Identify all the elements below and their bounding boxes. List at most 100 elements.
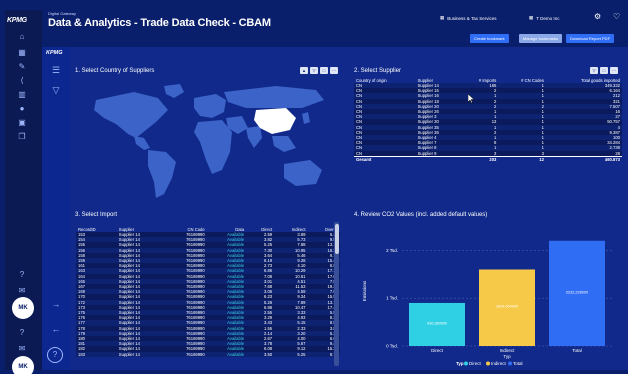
import-panel-title: 3. Select Import bbox=[75, 212, 118, 218]
greenland-region[interactable] bbox=[164, 84, 184, 98]
legend-marker bbox=[464, 361, 468, 366]
x-axis-label: Typ bbox=[503, 354, 511, 359]
avatar[interactable]: MK bbox=[12, 297, 34, 319]
africa-region[interactable] bbox=[194, 120, 232, 174]
analytics-icon[interactable]: ▦ bbox=[15, 48, 29, 58]
kpmg-logo: KPMG bbox=[7, 17, 27, 24]
mail-icon[interactable]: ✉ bbox=[15, 344, 29, 354]
download-report-button[interactable]: Download Report PDF bbox=[566, 34, 615, 43]
table-cell: 12 bbox=[498, 155, 546, 163]
pin-icon[interactable]: ▲ bbox=[300, 67, 308, 74]
expand-icon[interactable]: □ bbox=[320, 67, 328, 74]
table-cell: 460.873 bbox=[545, 155, 622, 163]
legend-item[interactable]: Total bbox=[513, 361, 523, 366]
create-bookmark-label: Create bookmark bbox=[474, 36, 505, 41]
globe-icon[interactable]: ● bbox=[15, 104, 29, 114]
y-tick-label: 1 Tsd. bbox=[386, 296, 398, 301]
india-region[interactable] bbox=[246, 126, 262, 148]
manage-bookmarks-button[interactable]: Manage bookmarks bbox=[519, 34, 563, 43]
legend-marker bbox=[508, 361, 512, 366]
notification-bell-icon[interactable]: ♡ bbox=[613, 12, 620, 21]
y-tick-label: 0 Tsd. bbox=[386, 344, 398, 349]
share-icon[interactable]: ⟨ bbox=[15, 76, 29, 86]
table-cell: 5.25 bbox=[297, 351, 306, 357]
table-cell: 203 bbox=[460, 155, 499, 163]
mouse-cursor-icon bbox=[468, 94, 474, 103]
hierarchy-icon[interactable]: ▥ bbox=[15, 90, 29, 100]
supplier-panel-title: 2. Select Supplier bbox=[354, 68, 402, 74]
southeast-asia-region[interactable] bbox=[272, 136, 296, 152]
app-window: KPMG ⌂ ▦ ✎ ⟨ ▥ ● ▣ ❐ ? ✉ MK ? ✉ MK Digit… bbox=[0, 0, 628, 378]
world-map[interactable] bbox=[76, 78, 341, 206]
legend-marker bbox=[486, 361, 490, 366]
table-row[interactable]: 183Supplier 1476169990Available3.505.258… bbox=[76, 351, 340, 357]
table-cell: Available bbox=[227, 351, 245, 357]
home-icon[interactable]: ⌂ bbox=[15, 32, 29, 42]
supplier-panel-actions: ▽ □ ⋯ bbox=[590, 67, 618, 74]
table-cell: Gesamt bbox=[354, 155, 416, 163]
copy-icon[interactable]: ❐ bbox=[15, 132, 29, 142]
org-label: Business & Tax Services bbox=[447, 15, 497, 21]
settings-icon[interactable]: ⚙ bbox=[594, 12, 601, 21]
navigation-rail: KPMG ⌂ ▦ ✎ ⟨ ▥ ● ▣ ❐ ? ✉ MK ? ✉ MK bbox=[5, 10, 42, 378]
filter-icon[interactable]: ▽ bbox=[590, 67, 598, 74]
supplier-table: Country of origin Supplier # Imports # CN C… bbox=[354, 77, 622, 163]
avatar[interactable]: MK bbox=[12, 356, 34, 378]
japan-region[interactable] bbox=[302, 112, 310, 124]
bar-data-label: 1624,000000 bbox=[496, 305, 518, 309]
legend-item[interactable]: Indirect bbox=[491, 361, 507, 366]
x-tick-label: Direct bbox=[431, 348, 444, 353]
report-sidebar: KPMG ☰ ▽ → ← ? bbox=[42, 47, 70, 370]
south-america-region[interactable] bbox=[148, 150, 176, 198]
country-panel-actions: ▲ ▽ □ ⋯ bbox=[300, 67, 338, 74]
y-axis-label: Emissions bbox=[362, 280, 367, 301]
kpmg-logo: KPMG bbox=[46, 50, 63, 56]
table-cell: Supplier 14 bbox=[118, 351, 140, 357]
download-report-label: Download Report PDF bbox=[570, 36, 611, 41]
company-icon: ▩ bbox=[529, 15, 534, 20]
company-label: T Demo Inc bbox=[536, 15, 560, 21]
bar-data-label: 930,380000 bbox=[427, 321, 447, 325]
back-arrow-icon[interactable]: ← bbox=[49, 324, 63, 334]
total-row: Gesamt 203 12 460.873 bbox=[354, 155, 622, 163]
y-tick-label: 2 Tsd. bbox=[386, 248, 398, 253]
building-icon: ▦ bbox=[440, 15, 445, 20]
mail-icon[interactable]: ✉ bbox=[15, 286, 29, 296]
table-cell: 183 bbox=[78, 351, 85, 357]
org-selector[interactable]: ▦ Business & Tax Services bbox=[440, 15, 496, 21]
forward-arrow-icon[interactable]: → bbox=[49, 299, 63, 309]
co2-bar-chart: 0 Tsd. 1 Tsd. 2 Tsd. Emissions 930,380000 Dir… bbox=[362, 240, 612, 366]
central-america-region[interactable] bbox=[134, 136, 150, 150]
document-icon[interactable]: ▣ bbox=[15, 118, 29, 128]
bar-data-label: 2232,228000 bbox=[566, 290, 588, 294]
manage-bookmarks-label: Manage bookmarks bbox=[523, 36, 559, 41]
help-icon[interactable]: ? bbox=[15, 328, 29, 338]
menu-icon[interactable]: ☰ bbox=[49, 65, 63, 75]
x-tick-label: Total bbox=[572, 348, 582, 353]
header-subtitle: Digital Gateway bbox=[48, 11, 77, 16]
more-icon[interactable]: ⋯ bbox=[330, 67, 338, 74]
help-icon[interactable]: ? bbox=[47, 347, 63, 363]
x-tick-label: Indirect bbox=[500, 348, 516, 353]
europe-region[interactable] bbox=[194, 94, 226, 118]
edit-icon[interactable]: ✎ bbox=[15, 62, 29, 72]
legend-title: Typ bbox=[456, 361, 464, 366]
country-panel-title: 1. Select Country of Suppliers bbox=[75, 68, 155, 74]
north-america-region[interactable] bbox=[94, 92, 168, 138]
more-icon[interactable]: ⋯ bbox=[610, 67, 618, 74]
table-cell bbox=[415, 155, 461, 163]
import-table: RecordID Supplier CN Code Data Direct Indirec… bbox=[76, 226, 340, 357]
legend-item[interactable]: Direct bbox=[469, 361, 482, 366]
filter-icon[interactable]: ▽ bbox=[310, 67, 318, 74]
russia-region[interactable] bbox=[224, 86, 324, 108]
expand-icon[interactable]: □ bbox=[600, 67, 608, 74]
australia-region[interactable] bbox=[284, 160, 322, 186]
filter-icon[interactable]: ▽ bbox=[49, 85, 63, 96]
scrollbar-thumb[interactable] bbox=[334, 224, 339, 254]
company-selector[interactable]: ▩ T Demo Inc bbox=[529, 15, 559, 21]
table-cell: 76169990 bbox=[186, 351, 205, 357]
help-icon[interactable]: ? bbox=[15, 270, 29, 280]
table-cell: 3.50 bbox=[263, 351, 273, 357]
create-bookmark-button[interactable]: Create bookmark bbox=[470, 34, 509, 43]
import-table-scrollbar[interactable] bbox=[334, 222, 339, 366]
